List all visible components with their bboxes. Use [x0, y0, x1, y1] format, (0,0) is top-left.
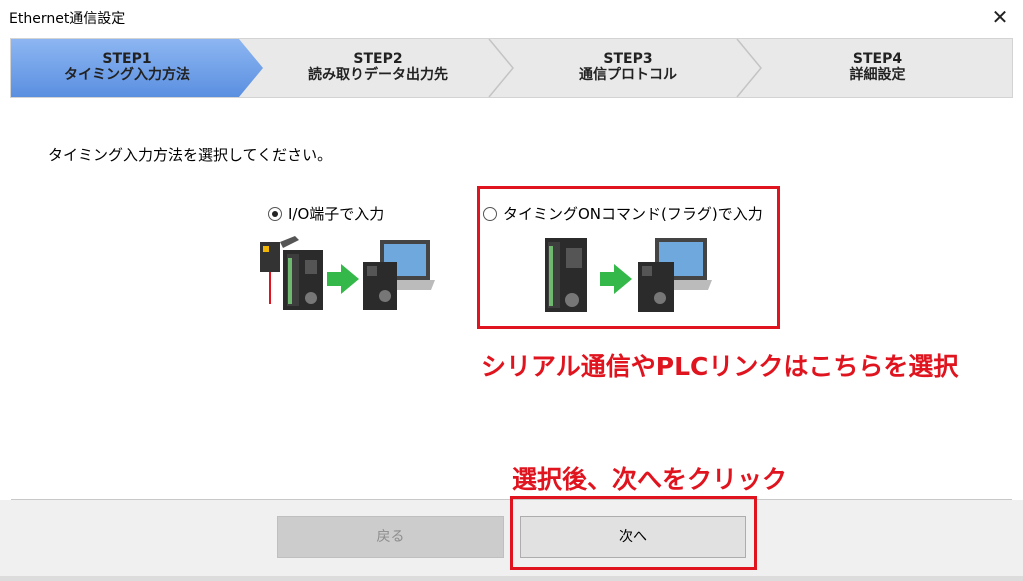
step-1: STEP1 タイミング入力方法 [11, 39, 243, 97]
annotation-option-note: シリアル通信やPLCリンクはこちらを選択 [481, 352, 959, 381]
computer-icon [363, 240, 435, 310]
controller-icon [283, 250, 323, 310]
window-title: Ethernet通信設定 [9, 11, 126, 27]
arrow-right-icon [327, 264, 359, 294]
highlight-box-next [510, 496, 757, 570]
annotation-next-note: 選択後、次へをクリック [512, 465, 788, 494]
instruction-text: タイミング入力方法を選択してください。 [48, 146, 333, 164]
step-3-number: STEP3 [603, 51, 653, 67]
step-progress-bar: STEP1 タイミング入力方法 STEP2 読み取りデータ出力先 STEP3 通信プロ… [10, 38, 1013, 98]
step-4-number: STEP4 [852, 51, 903, 67]
io-terminal-illustration [260, 236, 435, 310]
option-io-terminal-label: I/O端子で入力 [288, 205, 385, 223]
step-2-label: 読み取りデータ出力先 [308, 67, 448, 83]
highlight-box-option [477, 186, 780, 329]
close-icon[interactable]: ✕ [977, 0, 1023, 34]
option-io-terminal[interactable]: I/O端子で入力 [268, 203, 384, 224]
back-button[interactable]: 戻る [277, 516, 504, 558]
step-2: STEP2 読み取りデータ出力先 [261, 39, 495, 97]
step-2-number: STEP2 [353, 51, 403, 67]
step-1-label: タイミング入力方法 [64, 67, 190, 83]
step-4: STEP4 詳細設定 [761, 39, 994, 97]
step-3-label: 通信プロトコル [579, 67, 677, 83]
step-3: STEP3 通信プロトコル [511, 39, 745, 97]
step-1-number: STEP1 [102, 51, 152, 67]
window-bottom-edge [0, 576, 1023, 581]
step-4-label: 詳細設定 [849, 67, 906, 83]
title-bar: Ethernet通信設定 ✕ [0, 0, 1023, 34]
radio-io-terminal[interactable] [268, 206, 282, 221]
